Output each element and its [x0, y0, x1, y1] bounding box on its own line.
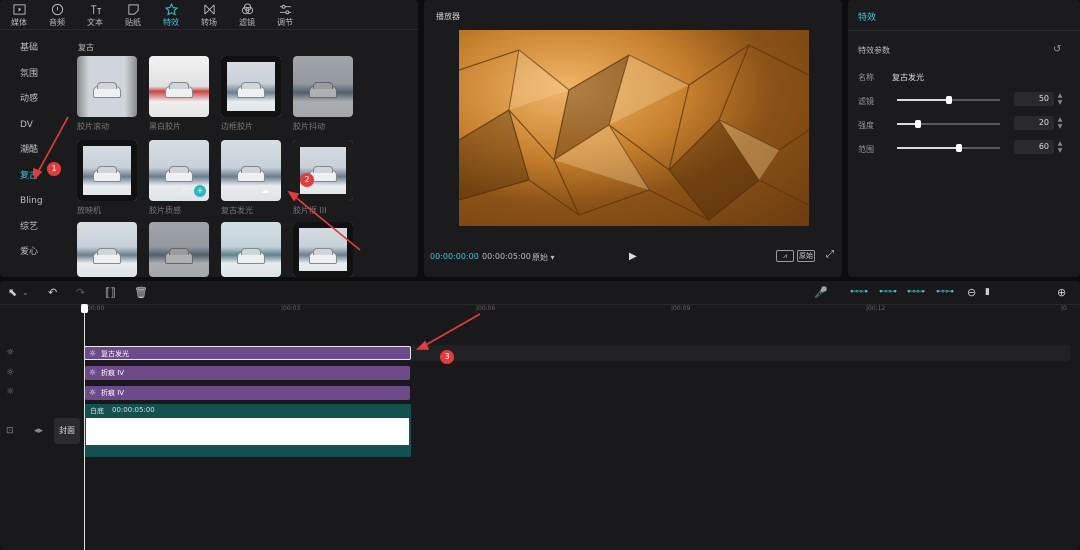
annotation-badge: 2 — [300, 173, 314, 187]
annotation-badge: 1 — [47, 162, 61, 176]
annotation-badge: 3 — [440, 350, 454, 364]
annotation-arrows — [33, 116, 481, 350]
